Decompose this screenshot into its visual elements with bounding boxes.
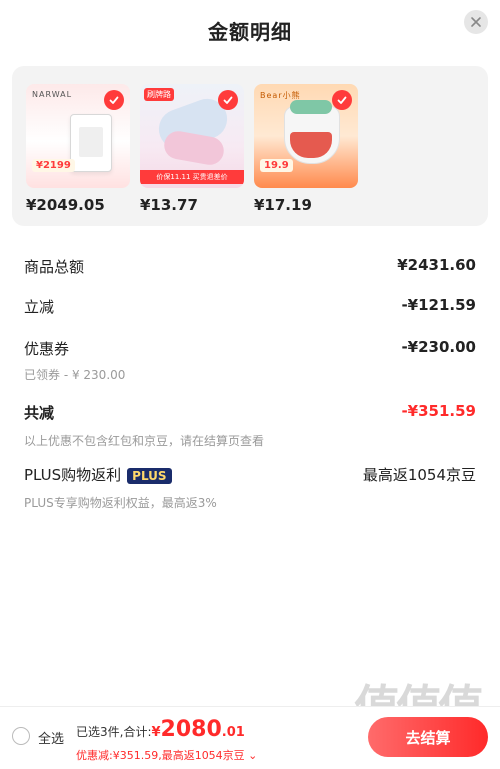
selected-badge[interactable] — [104, 90, 124, 110]
total-integer: 2080 — [160, 717, 222, 742]
thumb-brand: NARWAL — [32, 90, 73, 99]
plus-rebate-value: 最高返1054京豆 — [362, 466, 476, 484]
product-thumbnail[interactable]: NARWAL ¥2199 — [26, 84, 130, 188]
order-total: ¥2080.01 — [151, 717, 245, 742]
total-decimal: .01 — [221, 725, 245, 740]
coupon-label: 优惠券 — [24, 340, 70, 358]
sheet-title: 金额明细 — [208, 20, 292, 44]
chopper-lid — [290, 100, 332, 114]
instant-discount-row: 立减 -¥121.59 — [24, 296, 476, 320]
coupon-row: 优惠券 -¥230.00 — [24, 338, 476, 362]
checkmark-icon — [223, 96, 233, 104]
checkmark-icon — [109, 96, 119, 104]
thumb-promo: 价保11.11 买贵退差价 — [140, 170, 244, 184]
checkmark-icon — [337, 96, 347, 104]
plus-rebate-note: PLUS专享购物返利权益，最高返3% — [24, 496, 217, 510]
amount-detail-sheet: 金额明细 NARWAL ¥2199 ¥2049.05 刷牌路 价保11.11 买… — [0, 0, 500, 769]
selected-badge[interactable] — [218, 90, 238, 110]
selected-badge[interactable] — [332, 90, 352, 110]
goods-total-label: 商品总额 — [24, 258, 85, 276]
close-icon — [471, 17, 481, 27]
goods-total-row: 商品总额 ¥2431.60 — [24, 256, 476, 280]
product-price: ¥13.77 — [140, 196, 198, 214]
appliance-illustration — [70, 114, 112, 172]
thumb-brand: 刷牌路 — [144, 88, 174, 101]
order-summary: 已选3件,合计:¥2080.01 — [76, 717, 245, 742]
instant-discount-value: -¥121.59 — [401, 296, 476, 314]
product-card-2[interactable]: 刷牌路 价保11.11 买贵退差价 ¥13.77 — [140, 84, 244, 214]
total-saved-label: 共减 — [24, 404, 55, 422]
product-price: ¥17.19 — [254, 196, 312, 214]
goods-total-value: ¥2431.60 — [397, 256, 476, 274]
product-card-3[interactable]: Bear小熊 19.9 ¥17.19 — [254, 84, 358, 214]
thumb-price: ¥2199 — [32, 159, 75, 172]
coupon-note: 已领券 - ¥ 230.00 — [24, 368, 126, 382]
product-thumbnail[interactable]: Bear小熊 19.9 — [254, 84, 358, 188]
summary-prefix: 已选3件,合计: — [76, 725, 152, 739]
thumb-price: 19.9 — [260, 159, 293, 172]
plus-rebate-label: PLUS购物返利 — [24, 466, 122, 484]
product-thumbnail[interactable]: 刷牌路 价保11.11 买贵退差价 — [140, 84, 244, 188]
plus-badge: PLUS — [127, 467, 172, 484]
product-strip: NARWAL ¥2199 ¥2049.05 刷牌路 价保11.11 买贵退差价 — [12, 66, 488, 226]
plus-rebate-label-group: PLUS购物返利 PLUS — [24, 464, 172, 485]
plus-rebate-row: PLUS购物返利 PLUS 最高返1054京豆 — [24, 464, 476, 488]
checkout-button[interactable]: 去结算 — [368, 717, 488, 757]
coupon-value: -¥230.00 — [401, 338, 476, 356]
select-all-radio[interactable] — [12, 727, 30, 745]
close-button[interactable] — [464, 10, 488, 34]
product-price: ¥2049.05 — [26, 196, 105, 214]
total-saved-note: 以上优惠不包含红包和京豆，请在结算页查看 — [24, 434, 265, 448]
checkout-bar: 全选 已选3件,合计:¥2080.01 优惠减:¥351.59,最高返1054京… — [0, 706, 500, 769]
total-currency: ¥ — [151, 725, 161, 740]
product-card-1[interactable]: NARWAL ¥2199 ¥2049.05 — [26, 84, 130, 214]
select-all-label[interactable]: 全选 — [38, 728, 64, 747]
discount-summary-toggle[interactable]: 优惠减:¥351.59,最高返1054京豆 ⌄ — [76, 747, 257, 763]
total-saved-row: 共减 -¥351.59 — [24, 402, 476, 426]
total-saved-value: -¥351.59 — [401, 402, 476, 420]
sheet-header: 金额明细 — [0, 0, 500, 62]
instant-discount-label: 立减 — [24, 298, 55, 316]
